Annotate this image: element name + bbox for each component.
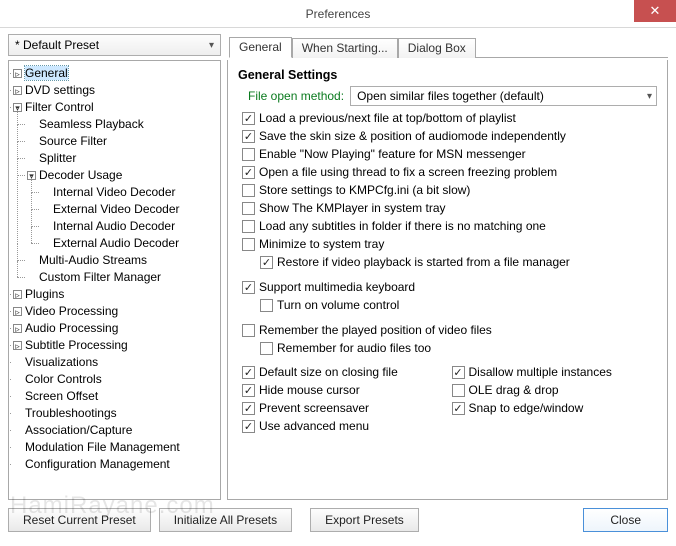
tree-item-modulation-file-management[interactable]: Modulation File Management [25,440,180,454]
label-load-prev-next: Load a previous/next file at top/bottom … [259,110,516,127]
checkbox-load-prev-next[interactable] [242,112,255,125]
label-open-thread: Open a file using thread to fix a screen… [259,164,557,181]
tree-item-general[interactable]: General [25,66,68,80]
tree-item-troubleshootings[interactable]: Troubleshootings [25,406,117,420]
preset-selected-value: * Default Preset [15,38,99,52]
checkbox-save-skin[interactable] [242,130,255,143]
tree-toggle[interactable]: ▹ [13,324,22,333]
tree-toggle[interactable]: ▹ [13,341,22,350]
label-minimize-tray: Minimize to system tray [259,236,384,253]
tree-item-visualizations[interactable]: Visualizations [25,355,98,369]
checkbox-open-thread[interactable] [242,166,255,179]
label-mm-keyboard: Support multimedia keyboard [259,279,415,296]
tree-item-custom-filter-manager[interactable]: Custom Filter Manager [39,270,161,284]
tree-item-splitter[interactable]: Splitter [39,151,76,165]
footer-buttons: Reset Current Preset Initialize All Pres… [8,500,668,532]
label-show-tray: Show The KMPlayer in system tray [259,200,446,217]
tree-toggle[interactable]: ▹ [13,307,22,316]
checkbox-mm-keyboard[interactable] [242,281,255,294]
label-ole-drag: OLE drag & drop [469,382,559,399]
export-presets-button[interactable]: Export Presets [310,508,419,532]
checkbox-remember-pos[interactable] [242,324,255,337]
checkbox-enable-now-playing[interactable] [242,148,255,161]
checkbox-remember-audio[interactable] [260,342,273,355]
file-open-method-dropdown[interactable]: Open similar files together (default) ▾ [350,86,657,106]
initialize-all-presets-button[interactable]: Initialize All Presets [159,508,292,532]
checkbox-store-settings[interactable] [242,184,255,197]
tree-item-color-controls[interactable]: Color Controls [25,372,102,386]
tab-bar: General When Starting... Dialog Box [229,34,668,58]
chevron-down-icon: ▾ [647,91,652,102]
label-remember-audio: Remember for audio files too [277,340,431,357]
tab-dialog-box[interactable]: Dialog Box [398,38,476,58]
tree-item-plugins[interactable]: Plugins [25,287,64,301]
window-title: Preferences [306,7,371,21]
label-load-subs: Load any subtitles in folder if there is… [259,218,546,235]
label-disallow-multi: Disallow multiple instances [469,364,612,381]
label-save-skin: Save the skin size & position of audiomo… [259,128,566,145]
label-advanced-menu: Use advanced menu [259,418,369,435]
tree-item-association-capture[interactable]: Association/Capture [25,423,132,437]
checkbox-show-tray[interactable] [242,202,255,215]
label-enable-now-playing: Enable "Now Playing" feature for MSN mes… [259,146,526,163]
tree-item-external-audio-decoder[interactable]: External Audio Decoder [53,236,179,250]
tab-when-starting[interactable]: When Starting... [292,38,398,58]
checkbox-load-subs[interactable] [242,220,255,233]
tree-toggle[interactable]: ▹ [13,290,22,299]
tree-item-video-processing[interactable]: Video Processing [25,304,118,318]
reset-current-preset-button[interactable]: Reset Current Preset [8,508,151,532]
tree-item-source-filter[interactable]: Source Filter [39,134,107,148]
label-store-settings: Store settings to KMPCfg.ini (a bit slow… [259,182,470,199]
label-prevent-screensaver: Prevent screensaver [259,400,369,417]
file-open-method-value: Open similar files together (default) [357,89,544,103]
tree-item-dvd-settings[interactable]: DVD settings [25,83,95,97]
label-hide-cursor: Hide mouse cursor [259,382,360,399]
checkbox-volume-control[interactable] [260,299,273,312]
category-tree[interactable]: ▹General ▹DVD settings ▾Filter Control S… [8,60,221,500]
tree-item-audio-processing[interactable]: Audio Processing [25,321,118,335]
checkbox-disallow-multi[interactable] [452,366,465,379]
tree-item-screen-offset[interactable]: Screen Offset [25,389,98,403]
tree-toggle[interactable]: ▹ [13,86,22,95]
label-remember-pos: Remember the played position of video fi… [259,322,492,339]
tree-item-internal-audio-decoder[interactable]: Internal Audio Decoder [53,219,175,233]
label-restore-playback: Restore if video playback is started fro… [277,254,570,271]
chevron-down-icon: ▾ [209,40,214,51]
tree-toggle[interactable]: ▹ [13,69,22,78]
tree-item-internal-video-decoder[interactable]: Internal Video Decoder [53,185,176,199]
label-default-size: Default size on closing file [259,364,398,381]
tree-item-multi-audio-streams[interactable]: Multi-Audio Streams [39,253,147,267]
checkbox-hide-cursor[interactable] [242,384,255,397]
close-window-button[interactable]: ✕ [634,0,676,22]
tree-item-subtitle-processing[interactable]: Subtitle Processing [25,338,128,352]
tree-item-seamless-playback[interactable]: Seamless Playback [39,117,144,131]
tree-item-configuration-management[interactable]: Configuration Management [25,457,170,471]
section-title-general-settings: General Settings [238,68,657,82]
settings-pane: General Settings File open method: Open … [227,60,668,500]
checkbox-snap-edge[interactable] [452,402,465,415]
titlebar: Preferences ✕ [0,0,676,28]
tree-item-filter-control[interactable]: Filter Control [25,100,94,114]
checkbox-prevent-screensaver[interactable] [242,402,255,415]
preset-dropdown[interactable]: * Default Preset ▾ [8,34,221,56]
checkbox-restore-playback[interactable] [260,256,273,269]
tab-general[interactable]: General [229,37,292,58]
tree-item-external-video-decoder[interactable]: External Video Decoder [53,202,180,216]
close-icon: ✕ [650,3,661,19]
label-snap-edge: Snap to edge/window [469,400,584,417]
checkbox-minimize-tray[interactable] [242,238,255,251]
close-button[interactable]: Close [583,508,668,532]
label-volume-control: Turn on volume control [277,297,399,314]
tree-item-decoder-usage[interactable]: Decoder Usage [39,168,122,182]
file-open-method-label: File open method: [248,89,344,103]
checkbox-ole-drag[interactable] [452,384,465,397]
checkbox-default-size[interactable] [242,366,255,379]
checkbox-advanced-menu[interactable] [242,420,255,433]
